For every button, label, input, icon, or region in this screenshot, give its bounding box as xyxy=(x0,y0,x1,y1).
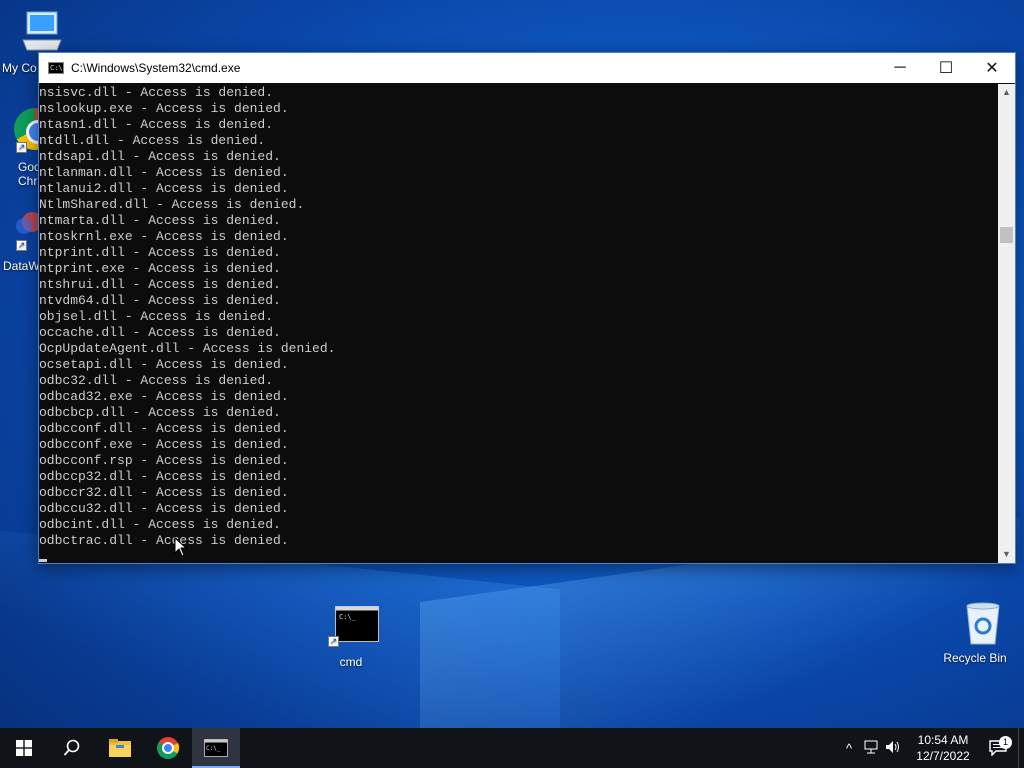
shortcut-arrow-icon: ↗ xyxy=(16,142,27,153)
recycle-bin-icon xyxy=(965,602,1000,645)
chrome-icon xyxy=(157,737,180,759)
clock-time: 10:54 AM xyxy=(917,733,969,747)
desktop-icon-cmd[interactable]: C:\_ ↗ cmd xyxy=(316,606,386,669)
windows-start-icon xyxy=(16,740,32,756)
console-cursor xyxy=(39,559,47,562)
console-line: odbccr32.dll - Access is denied. xyxy=(39,485,289,500)
system-tray: ^ 10:54 AM 12/7/2022 1 xyxy=(838,728,1024,768)
notification-count-badge: 1 xyxy=(999,736,1012,749)
clock-date: 12/7/2022 xyxy=(916,749,970,763)
taskbar-chrome[interactable] xyxy=(144,728,192,768)
console-line: odbcad32.exe - Access is denied. xyxy=(39,389,289,404)
console-line: ntdsapi.dll - Access is denied. xyxy=(39,149,281,164)
console-line: ntlanman.dll - Access is denied. xyxy=(39,165,289,180)
console-line: ntprint.exe - Access is denied. xyxy=(39,261,281,276)
clock[interactable]: 10:54 AM 12/7/2022 xyxy=(908,732,978,764)
network-icon[interactable] xyxy=(860,740,882,757)
desktop-icon-label: DataW xyxy=(3,259,40,273)
cmd-icon: C:\ xyxy=(48,62,64,74)
scroll-down-arrow-icon[interactable]: ▼ xyxy=(998,546,1015,563)
console-line: NtlmShared.dll - Access is denied. xyxy=(39,197,305,212)
window-title: C:\Windows\System32\cmd.exe xyxy=(71,61,241,75)
search-button[interactable] xyxy=(48,728,96,768)
desktop-icon-label: Recycle Bin xyxy=(943,651,1007,665)
console-line: ntdll.dll - Access is denied. xyxy=(39,133,266,148)
console-line: ntoskrnl.exe - Access is denied. xyxy=(39,229,289,244)
console-line: OcpUpdateAgent.dll - Access is denied. xyxy=(39,341,336,356)
shortcut-arrow-icon: ↗ xyxy=(328,636,339,647)
console-line: ocsetapi.dll - Access is denied. xyxy=(39,357,289,372)
console-line: odbcconf.rsp - Access is denied. xyxy=(39,453,289,468)
vertical-scrollbar[interactable]: ▲ ▼ xyxy=(998,84,1015,563)
svg-text:C:\_: C:\_ xyxy=(339,613,357,621)
computer-icon xyxy=(22,11,62,51)
taskbar: C:\_ ^ 10:54 AM 12/7/2022 1 xyxy=(0,728,1024,768)
console-line: ntvdm64.dll - Access is denied. xyxy=(39,293,281,308)
console-line: ntprint.dll - Access is denied. xyxy=(39,245,281,260)
console-line: odbccp32.dll - Access is denied. xyxy=(39,469,289,484)
console-line: ntasn1.dll - Access is denied. xyxy=(39,117,274,132)
cmd-icon: C:\_ xyxy=(204,739,228,757)
mouse-pointer-icon xyxy=(174,537,188,557)
console-line: odbccu32.dll - Access is denied. xyxy=(39,501,289,516)
notification-center-button[interactable]: 1 xyxy=(978,736,1018,756)
cmd-icon: C:\_ xyxy=(335,606,379,642)
file-explorer-icon xyxy=(109,739,131,757)
wallpaper-beam xyxy=(0,530,560,760)
console-line: nsisvc.dll - Access is denied. xyxy=(39,85,274,100)
console-line: odbcbcp.dll - Access is denied. xyxy=(39,405,281,420)
desktop-icon-recycle-bin[interactable]: Recycle Bin xyxy=(940,602,1010,665)
volume-icon[interactable] xyxy=(882,740,904,757)
desktop-icon-chrome[interactable]: ↗ Goo Chr xyxy=(0,108,56,188)
svg-text:C:\_: C:\_ xyxy=(206,745,221,752)
close-button[interactable]: ✕ xyxy=(969,53,1015,83)
console-line: odbc32.dll - Access is denied. xyxy=(39,373,274,388)
start-button[interactable] xyxy=(0,728,48,768)
console-line: ntlanui2.dll - Access is denied. xyxy=(39,181,289,196)
desktop-icon-label: cmd xyxy=(339,655,363,669)
taskbar-file-explorer[interactable] xyxy=(96,728,144,768)
scroll-up-arrow-icon[interactable]: ▲ xyxy=(998,84,1015,101)
minimize-button[interactable]: ─ xyxy=(877,53,923,83)
maximize-icon: ☐ xyxy=(938,60,954,77)
console-line: ntshrui.dll - Access is denied. xyxy=(39,277,281,292)
console-line: odbcconf.dll - Access is denied. xyxy=(39,421,289,436)
console-line: objsel.dll - Access is denied. xyxy=(39,309,274,324)
chevron-up-icon[interactable]: ^ xyxy=(838,741,860,756)
console-line: odbcconf.exe - Access is denied. xyxy=(39,437,289,452)
show-desktop-button[interactable] xyxy=(1018,728,1024,768)
title-bar[interactable]: C:\ C:\Windows\System32\cmd.exe ─ ☐ ✕ xyxy=(39,53,1015,83)
console-line: occache.dll - Access is denied. xyxy=(39,325,281,340)
close-icon: ✕ xyxy=(985,60,999,77)
taskbar-cmd[interactable]: C:\_ xyxy=(192,728,240,768)
console-line: odbcint.dll - Access is denied. xyxy=(39,517,281,532)
maximize-button[interactable]: ☐ xyxy=(923,53,969,83)
desktop-icon-datawrapper[interactable]: ↗ DataW xyxy=(0,208,42,273)
console-line: nslookup.exe - Access is denied. xyxy=(39,101,289,116)
console-line: ntmarta.dll - Access is denied. xyxy=(39,213,281,228)
search-icon xyxy=(63,739,80,756)
console-output[interactable]: nsisvc.dll - Access is denied. nslookup.e… xyxy=(39,84,1000,563)
shortcut-arrow-icon: ↗ xyxy=(16,240,27,251)
scroll-thumb[interactable] xyxy=(1000,227,1013,243)
minimize-icon: ─ xyxy=(894,59,906,76)
cmd-window[interactable]: C:\ C:\Windows\System32\cmd.exe ─ ☐ ✕ ns… xyxy=(38,52,1016,564)
